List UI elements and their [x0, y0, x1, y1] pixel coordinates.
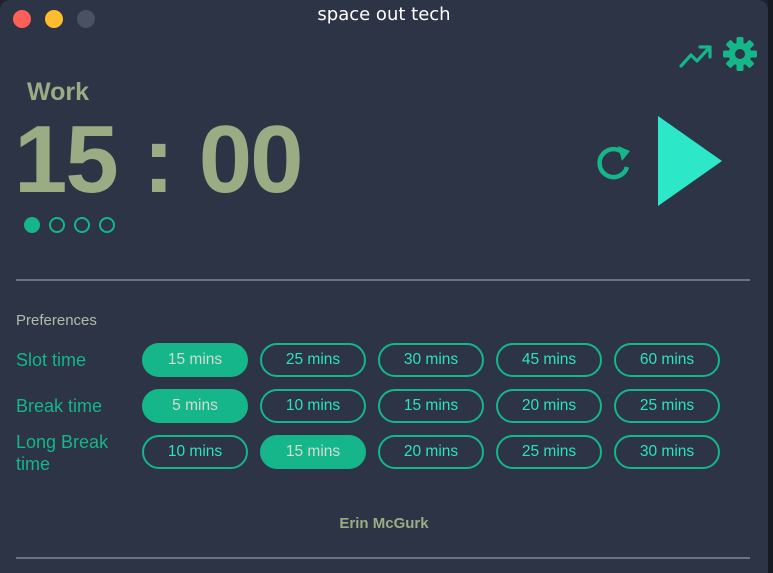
divider: [16, 557, 750, 559]
break-time-option-button[interactable]: 5 mins: [142, 389, 248, 423]
break-time-option-button[interactable]: 20 mins: [496, 389, 602, 423]
long-break-time-label: Long Break time: [16, 432, 109, 474]
timer-display: 15:00: [14, 106, 304, 213]
refresh-icon[interactable]: [591, 141, 635, 185]
timer-minutes: 15: [14, 106, 119, 213]
slot-time-option-button[interactable]: 15 mins: [142, 343, 248, 377]
preferences-title: Preferences: [16, 312, 97, 329]
break-time-option-button[interactable]: 15 mins: [378, 389, 484, 423]
trending-up-icon[interactable]: [678, 40, 714, 70]
slot-time-option-button[interactable]: 45 mins: [496, 343, 602, 377]
break-time-label: Break time: [16, 396, 103, 416]
timer-mode-label: Work: [27, 78, 90, 106]
play-icon[interactable]: [656, 114, 724, 208]
long-break-time-option-button[interactable]: 10 mins: [142, 435, 248, 469]
window-title: space out tech: [317, 4, 451, 25]
app-window: space out tech Work 15:00 Preferences Sl…: [0, 0, 768, 573]
long-break-time-option-button[interactable]: 30 mins: [614, 435, 720, 469]
long-break-time-option-button[interactable]: 25 mins: [496, 435, 602, 469]
gear-icon[interactable]: [722, 36, 758, 72]
timer-seconds: 00: [198, 106, 304, 213]
session-dot: [74, 217, 90, 233]
slot-time-option-button[interactable]: 25 mins: [260, 343, 366, 377]
long-break-time-option-button[interactable]: 20 mins: [378, 435, 484, 469]
slot-time-option-button[interactable]: 60 mins: [614, 343, 720, 377]
timer-separator: :: [142, 106, 175, 213]
author-credit: Erin McGurk: [339, 515, 429, 532]
title-bar[interactable]: space out tech: [0, 0, 768, 34]
slot-time-option-button[interactable]: 30 mins: [378, 343, 484, 377]
break-time-option-button[interactable]: 25 mins: [614, 389, 720, 423]
break-time-option-button[interactable]: 10 mins: [260, 389, 366, 423]
session-dot: [24, 217, 40, 233]
session-dot: [49, 217, 65, 233]
session-dot: [99, 217, 115, 233]
slot-time-label: Slot time: [16, 350, 87, 370]
window-edge: [768, 0, 773, 573]
divider: [16, 279, 750, 281]
long-break-time-option-button[interactable]: 15 mins: [260, 435, 366, 469]
session-progress-dots: [24, 217, 115, 233]
